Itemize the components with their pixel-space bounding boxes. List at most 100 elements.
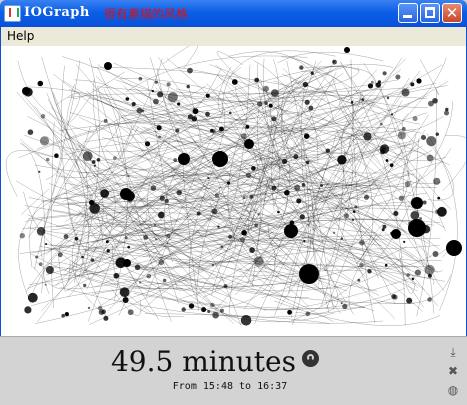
click-dot	[212, 151, 228, 167]
click-dot	[113, 272, 120, 279]
click-dot	[124, 236, 128, 240]
click-dot	[249, 247, 255, 253]
click-dot	[178, 153, 190, 165]
click-dot	[192, 108, 199, 115]
menu-item-help[interactable]: Help	[7, 29, 34, 43]
minimize-button[interactable]	[398, 3, 418, 23]
duration-text: 49.5 minutes	[110, 345, 296, 378]
click-dot	[410, 211, 420, 220]
click-dot	[437, 206, 447, 217]
click-dot	[340, 302, 343, 305]
click-dot	[201, 307, 207, 313]
click-dot	[167, 92, 178, 103]
click-dot	[40, 114, 46, 119]
globe-icon[interactable]: ◍	[446, 383, 460, 397]
click-dot	[421, 135, 426, 140]
click-dot	[397, 131, 406, 140]
click-dot	[384, 263, 388, 267]
click-dot	[299, 65, 304, 70]
click-dot	[391, 294, 397, 299]
click-dot	[377, 80, 381, 84]
click-dot	[166, 233, 171, 238]
click-dot	[205, 93, 210, 98]
pause-icon[interactable]	[302, 350, 319, 367]
click-dot	[98, 306, 103, 311]
click-dot	[296, 198, 302, 204]
click-dot	[229, 111, 232, 115]
click-dot	[351, 218, 355, 222]
click-dot	[156, 125, 162, 131]
click-dot	[419, 229, 425, 235]
click-dot	[271, 185, 277, 191]
settings-icon[interactable]: ✖	[446, 364, 460, 378]
title-annotation: 很有素描的风格	[104, 7, 189, 21]
click-dot	[240, 315, 252, 326]
app-icon[interactable]	[4, 5, 21, 22]
click-dot	[186, 84, 190, 89]
click-dot	[293, 154, 299, 160]
minimize-icon	[403, 15, 412, 18]
click-dot	[127, 245, 131, 249]
click-dot	[263, 85, 269, 92]
click-dot	[437, 196, 441, 200]
click-dot	[249, 194, 254, 199]
click-dot	[100, 189, 109, 198]
close-icon: ✕	[445, 4, 459, 22]
click-dot	[385, 159, 389, 162]
click-dot	[289, 220, 295, 226]
close-button[interactable]: ✕	[442, 3, 462, 23]
click-dot	[342, 303, 348, 310]
click-dot	[398, 195, 405, 201]
click-dot	[159, 195, 165, 201]
click-dot	[64, 312, 69, 317]
maximize-icon	[425, 7, 435, 18]
click-dot	[411, 277, 415, 281]
click-dot	[403, 240, 406, 243]
click-dot	[427, 297, 432, 302]
click-dot	[210, 302, 215, 308]
click-dot	[153, 98, 159, 105]
click-dot	[406, 297, 413, 304]
click-dot	[231, 79, 238, 85]
maximize-button[interactable]	[420, 3, 440, 23]
click-dot	[154, 80, 158, 84]
click-dot	[381, 228, 385, 232]
click-dot	[419, 217, 423, 220]
click-dot	[284, 190, 290, 196]
click-dot	[74, 237, 79, 241]
click-dot	[134, 264, 141, 271]
click-dot	[173, 158, 178, 162]
click-dot	[144, 141, 151, 147]
click-dot	[105, 240, 109, 244]
click-dot	[332, 60, 336, 63]
click-dot	[127, 309, 134, 316]
click-dot	[305, 311, 311, 317]
click-dot	[303, 240, 306, 243]
click-dot	[302, 81, 309, 88]
click-dot	[136, 107, 143, 114]
title-bar[interactable]: IOGraph 很有素描的风格 ✕	[0, 0, 467, 27]
save-icon[interactable]: ⤓	[446, 345, 460, 359]
click-dot	[310, 71, 314, 75]
click-dot	[245, 172, 252, 178]
click-dot	[124, 191, 135, 201]
click-dot	[325, 148, 330, 153]
click-dot	[82, 151, 93, 161]
click-dot	[214, 193, 219, 198]
window-title: IOGraph	[24, 5, 90, 20]
click-dot	[207, 310, 211, 314]
click-dot	[61, 313, 65, 318]
click-dot	[382, 71, 387, 76]
click-dot	[426, 154, 434, 162]
mouse-track-canvas	[0, 46, 467, 336]
click-dot	[371, 80, 374, 84]
click-dot	[44, 283, 47, 286]
click-dot	[416, 78, 422, 84]
click-dot	[176, 190, 182, 196]
click-dot	[413, 225, 419, 231]
click-dot	[379, 144, 390, 154]
click-dot	[287, 309, 292, 315]
click-dot	[23, 87, 33, 97]
click-dot	[93, 164, 96, 167]
click-dot	[435, 132, 439, 136]
